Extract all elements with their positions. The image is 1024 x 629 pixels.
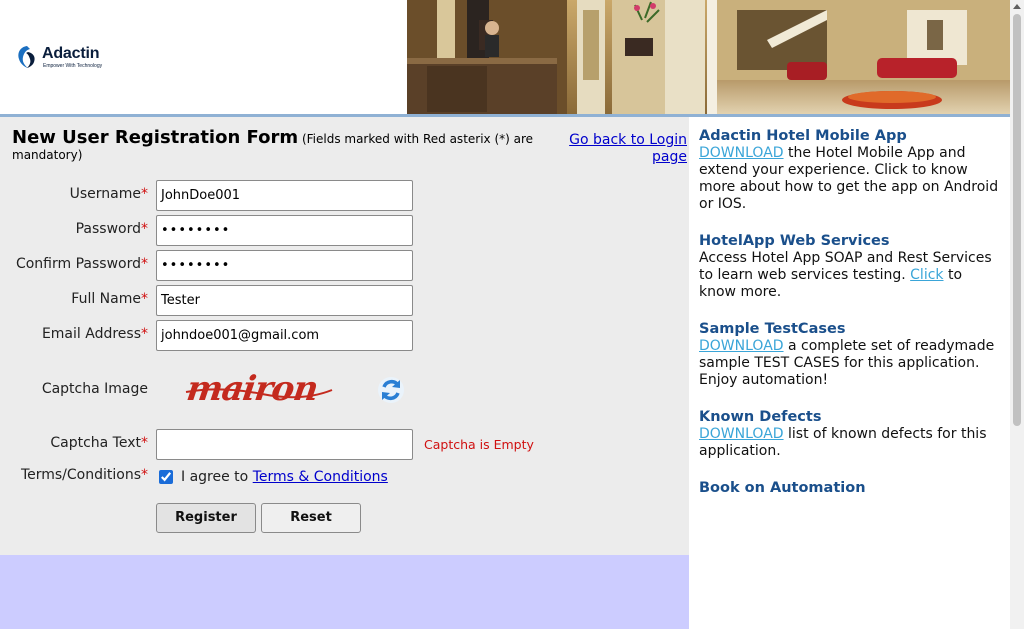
confirm-password-label-row: Confirm Password* xyxy=(8,256,148,276)
terms-conditions-link[interactable]: Terms & Conditions xyxy=(253,469,388,485)
captcha-text-label-row: Captcha Text* xyxy=(8,435,148,455)
captcha-image-label-row: Captcha Image xyxy=(8,381,148,401)
mobile-app-title: Adactin Hotel Mobile App xyxy=(699,128,907,144)
web-services-section: HotelApp Web Services Access Hotel App S… xyxy=(699,233,1001,301)
captcha-image-label: Captcha Image xyxy=(41,381,148,397)
terms-prefix: I agree to xyxy=(181,469,249,485)
web-services-click-link[interactable]: Click xyxy=(910,267,943,283)
back-link-line-2: page xyxy=(652,149,687,165)
logo-tagline: Empower With Technology xyxy=(43,63,103,69)
known-defects-section: Known Defects DOWNLOAD list of known def… xyxy=(699,409,1001,460)
web-services-title: HotelApp Web Services xyxy=(699,233,890,249)
back-to-login-link[interactable]: Go back to Login page xyxy=(560,132,687,166)
email-label-row: Email Address* xyxy=(8,326,148,346)
register-button[interactable]: Register xyxy=(156,503,256,533)
back-link-line-1: Go back to Login xyxy=(569,132,687,148)
hotel-lobby-banner xyxy=(407,0,1010,114)
mobile-app-section: Adactin Hotel Mobile App DOWNLOAD the Ho… xyxy=(699,128,1001,213)
full-name-label-row: Full Name* xyxy=(8,291,148,311)
page-title: New User Registration Form xyxy=(12,127,299,148)
username-label: Username* xyxy=(69,186,148,202)
header: Adactin Empower With Technology xyxy=(0,0,1010,114)
terms-label-row: Terms/Conditions* xyxy=(8,467,148,487)
email-label: Email Address* xyxy=(41,326,148,342)
captcha-text-input[interactable] xyxy=(156,429,413,460)
full-name-input[interactable]: Tester xyxy=(156,285,413,316)
password-input[interactable]: •••••••• xyxy=(156,215,413,246)
username-input[interactable]: JohnDoe001 xyxy=(156,180,413,211)
terms-checkbox[interactable] xyxy=(159,470,173,484)
captcha-image: mairon xyxy=(184,369,333,409)
known-defects-title: Known Defects xyxy=(699,409,822,425)
username-label-row: Username* xyxy=(8,186,148,206)
required-asterisk: * xyxy=(141,221,148,237)
test-cases-download-link[interactable]: DOWNLOAD xyxy=(699,338,784,354)
required-asterisk: * xyxy=(141,291,148,307)
test-cases-title: Sample TestCases xyxy=(699,321,846,337)
required-asterisk: * xyxy=(141,467,148,483)
required-asterisk: * xyxy=(141,256,148,272)
required-asterisk: * xyxy=(141,186,148,202)
form-heading: New User Registration Form (Fields marke… xyxy=(12,127,552,163)
scroll-up-arrow-icon[interactable] xyxy=(1010,0,1024,14)
confirm-password-input[interactable]: •••••••• xyxy=(156,250,413,281)
footer-area xyxy=(0,555,689,629)
test-cases-section: Sample TestCases DOWNLOAD a complete set… xyxy=(699,321,1001,389)
page-scrollbar[interactable] xyxy=(1010,0,1024,629)
logo-swirl-icon xyxy=(18,46,35,68)
reset-button[interactable]: Reset xyxy=(261,503,361,533)
scrollbar-thumb[interactable] xyxy=(1013,14,1021,426)
password-label: Password* xyxy=(75,221,148,237)
known-defects-download-link[interactable]: DOWNLOAD xyxy=(699,426,784,442)
refresh-captcha-icon[interactable] xyxy=(376,375,406,405)
logo-name: Adactin xyxy=(42,45,100,62)
password-label-row: Password* xyxy=(8,221,148,241)
required-asterisk: * xyxy=(141,326,148,342)
email-input[interactable]: johndoe001@gmail.com xyxy=(156,320,413,351)
terms-agreement: I agree to Terms & Conditions xyxy=(181,469,388,485)
captcha-text-label: Captcha Text* xyxy=(50,435,148,451)
confirm-password-label: Confirm Password* xyxy=(15,256,148,272)
adactin-logo[interactable]: Adactin Empower With Technology xyxy=(16,42,116,76)
required-asterisk: * xyxy=(141,435,148,451)
full-name-label: Full Name* xyxy=(71,291,148,307)
book-on-automation-link[interactable]: Book on Automation xyxy=(699,480,1001,497)
terms-label: Terms/Conditions* xyxy=(20,467,148,483)
book-section: Book on Automation xyxy=(699,480,1001,497)
mobile-app-download-link[interactable]: DOWNLOAD xyxy=(699,145,784,161)
captcha-error-message: Captcha is Empty xyxy=(424,437,534,452)
